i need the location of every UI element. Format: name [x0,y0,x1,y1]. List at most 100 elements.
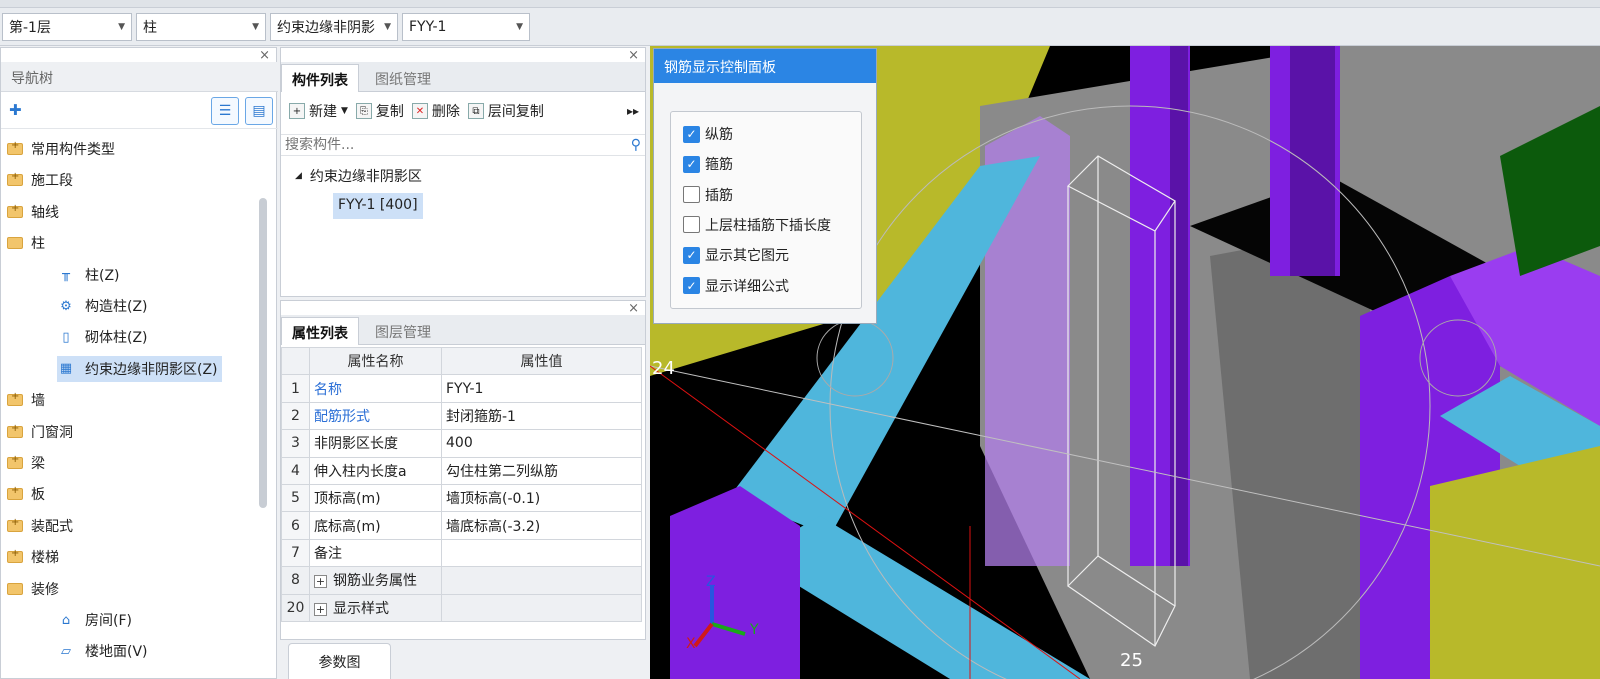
table-row[interactable]: 5 顶标高(m) 墙顶标高(-0.1) [281,483,642,513]
tab-drawing-management[interactable]: 图纸管理 [365,64,441,92]
property-value[interactable] [441,538,642,568]
close-icon[interactable]: × [628,48,639,63]
nav-item[interactable]: ▯ 砌体柱(Z) [57,324,147,350]
property-name: 底标高(m) [309,511,442,540]
property-name: 名称 [309,374,442,403]
rebar-control-panel: 钢筋显示控制面板 ✓ 纵筋 ✓ 箍筋 插筋 上层柱插筋下插长度 ✓ 显示其它图元 ✓ 显示详细公式 [653,48,877,324]
row-index: 8 [281,566,310,595]
new-button[interactable]: + 新建 ▼ [289,101,348,121]
nav-item[interactable]: 轴线 [7,199,59,225]
boundary-zone-icon: ▦ [59,361,73,377]
nav-item[interactable]: 梁 [7,450,45,476]
property-name: 非阴影区长度 [309,429,442,458]
rebar-option[interactable]: ✓ 箍筋 [683,152,733,176]
rebar-option[interactable]: 插筋 [683,183,733,207]
nav-item[interactable]: 墙 [7,387,45,413]
panel-view-button[interactable]: ▤ [245,97,273,125]
nav-item[interactable]: ╥ 柱(Z) [57,262,119,288]
nav-item[interactable]: ⌂ 房间(F) [57,607,132,633]
row-index: 2 [281,401,310,431]
table-row[interactable]: 3 非阴影区长度 400 [281,429,642,458]
category-select[interactable]: 柱 ▼ [136,12,266,41]
nav-item-label: 柱 [31,236,45,253]
rebar-option[interactable]: ✓ 显示详细公式 [683,274,789,298]
checkbox-unchecked[interactable] [683,216,700,234]
collapse-icon[interactable]: ◢ [295,171,302,181]
checkbox-checked[interactable]: ✓ [683,246,700,264]
delete-button[interactable]: ✕ 删除 [411,101,460,121]
table-row[interactable]: 6 底标高(m) 墙底标高(-3.2) [281,511,642,540]
type-select[interactable]: 约束边缘非阴影 ▼ [270,12,398,41]
copy-button-label: 复制 [375,104,404,120]
property-value[interactable]: 墙底标高(-3.2) [441,511,642,540]
add-icon[interactable]: ✚ [9,101,22,119]
property-value[interactable]: 400 [441,429,642,458]
component-item-selected[interactable]: FYY-1 [400] [333,193,423,219]
floor-copy-button[interactable]: ⧉ 层间复制 [467,101,544,121]
component-select[interactable]: FYY-1 ▼ [402,12,530,41]
axis-label-25: 25 [1120,650,1143,671]
table-row[interactable]: 20 + 显示样式 [281,593,642,622]
rebar-option[interactable]: ✓ 显示其它图元 [683,243,789,267]
category-select-value: 柱 [143,19,157,36]
nav-item-label: 装修 [31,581,59,598]
property-value[interactable] [441,566,642,595]
copy-button[interactable]: ⎘ 复制 [355,101,404,121]
tab-property-list[interactable]: 属性列表 [281,317,359,345]
close-icon[interactable]: × [259,48,270,63]
nav-item[interactable]: 门窗洞 [7,419,73,445]
expand-icon[interactable]: + [314,575,327,589]
property-list-panel: × 属性列表 图层管理 属性名称 属性值 1 名称 FYY-1 2 配筋形式 封闭箍筋-1… [280,300,646,640]
checkbox-checked[interactable]: ✓ [683,125,700,143]
expand-icon[interactable]: + [314,602,327,616]
folder-icon [7,454,23,469]
nav-item-label: 构造柱(Z) [85,299,148,315]
list-view-button[interactable]: ☰ [211,97,239,125]
selector-toolbar: 第-1层 ▼ 柱 ▼ 约束边缘非阴影 ▼ FYY-1 ▼ [0,8,1600,46]
property-value[interactable]: FYY-1 [441,374,642,403]
nav-item[interactable]: 常用构件类型 [7,136,115,162]
property-name-text: 顶标高(m) [314,491,381,508]
tab-component-list[interactable]: 构件列表 [281,64,359,92]
rebar-option-label: 上层柱插筋下插长度 [705,217,831,234]
close-icon[interactable]: × [628,301,639,316]
table-row[interactable]: 7 备注 [281,538,642,568]
property-value[interactable]: 勾住柱第二列纵筋 [441,456,642,485]
rebar-option[interactable]: ✓ 纵筋 [683,122,733,146]
checkbox-checked[interactable]: ✓ [683,155,700,173]
nav-item[interactable]: 楼梯 [7,544,59,570]
nav-item[interactable]: 施工段 [7,167,73,193]
component-group[interactable]: ◢ 约束边缘非阴影区 [295,166,422,186]
nav-item[interactable]: 装修 [7,576,59,602]
property-value[interactable]: 墙顶标高(-0.1) [441,483,642,513]
folder-icon [7,548,23,564]
nav-item[interactable]: ▦ 约束边缘非阴影区(Z) [57,355,222,382]
nav-item[interactable]: 柱 [7,230,45,256]
checkbox-checked[interactable]: ✓ [683,277,700,294]
nav-item[interactable]: ▱ 楼地面(V) [57,638,148,664]
checkbox-unchecked[interactable] [683,186,700,204]
nav-item[interactable]: 装配式 [7,513,73,539]
more-icon[interactable]: ▸▸ [627,104,639,118]
property-value[interactable]: 封闭箍筋-1 [441,401,642,431]
component-search-input[interactable] [285,137,605,153]
property-name-text: 名称 [314,381,342,398]
app-window: 第-1层 ▼ 柱 ▼ 约束边缘非阴影 ▼ FYY-1 ▼ × 导航树 ✚ ☰ ▤… [0,0,1600,679]
floor-select[interactable]: 第-1层 ▼ [2,12,132,41]
nav-item[interactable]: 板 [7,481,45,507]
search-icon[interactable]: ⚲ [631,137,641,153]
property-table: 属性名称 属性值 1 名称 FYY-1 2 配筋形式 封闭箍筋-1 3 非阴影区长度 400 4 伸… [281,346,642,622]
table-row[interactable]: 8 + 钢筋业务属性 [281,566,642,595]
nav-scrollbar[interactable] [259,198,267,508]
table-row[interactable]: 1 名称 FYY-1 [281,374,642,403]
nav-item[interactable]: ⚙ 构造柱(Z) [57,293,148,319]
tab-parameter-diagram[interactable]: 参数图 [288,643,391,679]
tab-layer-management[interactable]: 图层管理 [365,317,441,345]
table-row[interactable]: 2 配筋形式 封闭箍筋-1 [281,401,642,431]
table-row[interactable]: 4 伸入柱内长度a 勾住柱第二列纵筋 [281,456,642,485]
folder-icon [7,237,23,250]
rebar-option[interactable]: 上层柱插筋下插长度 [683,213,831,237]
property-value[interactable] [441,593,642,622]
floor-copy-button-label: 层间复制 [487,104,544,120]
folder-icon [7,203,23,218]
